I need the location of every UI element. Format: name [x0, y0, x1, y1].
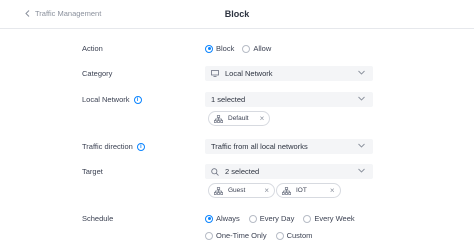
traffic-direction-value: Traffic from all local networks [211, 142, 308, 151]
chip-label: Guest [228, 187, 246, 194]
schedule-every-day-radio[interactable]: Every Day [248, 214, 294, 223]
traffic-direction-select[interactable]: Traffic from all local networks [205, 139, 373, 154]
target-chip-iot: IOT × [276, 183, 341, 198]
radio-empty-icon [303, 214, 312, 223]
header-bar: Traffic Management Block [0, 0, 474, 29]
monitor-icon [211, 70, 219, 77]
radio-empty-icon [248, 214, 257, 223]
action-radio-group: Block Allow [205, 44, 271, 53]
action-allow-radio[interactable]: Allow [242, 44, 271, 53]
schedule-every-week-radio[interactable]: Every Week [303, 214, 355, 223]
page-title: Block [224, 9, 250, 19]
close-icon[interactable]: × [260, 114, 265, 123]
target-chip-guest: Guest × [208, 183, 276, 198]
category-value: Local Network [225, 69, 273, 78]
radio-empty-icon [275, 231, 284, 240]
category-label: Category [82, 69, 113, 78]
schedule-custom-radio[interactable]: Custom [275, 231, 312, 240]
local-network-label: Local Network i [82, 95, 142, 104]
chevron-down-icon [358, 70, 365, 75]
radio-empty-icon [205, 231, 213, 240]
category-select[interactable]: Local Network [205, 66, 373, 81]
info-icon[interactable]: i [133, 95, 142, 104]
local-network-select[interactable]: 1 selected [205, 92, 373, 107]
radio-selected-icon [205, 44, 213, 53]
chevron-down-icon [358, 143, 365, 148]
radio-selected-icon [205, 214, 213, 223]
action-block-radio[interactable]: Block [205, 44, 234, 53]
network-chip-default: Default × [208, 111, 271, 126]
schedule-one-time-radio[interactable]: One-Time Only [205, 231, 267, 240]
traffic-direction-label: Traffic direction i [82, 142, 145, 151]
target-select[interactable]: 2 selected [205, 164, 373, 179]
chevron-down-icon [358, 96, 365, 101]
network-topology-icon [214, 186, 223, 195]
close-icon[interactable]: × [330, 186, 335, 195]
action-label: Action [82, 44, 103, 53]
radio-empty-icon [242, 44, 251, 53]
network-topology-icon [282, 186, 291, 195]
target-label: Target [82, 167, 103, 176]
search-icon [211, 167, 219, 176]
chip-label: Default [228, 115, 249, 122]
chevron-down-icon [358, 168, 365, 173]
schedule-label: Schedule [82, 214, 114, 223]
network-topology-icon [214, 114, 223, 123]
chip-label: IOT [296, 187, 307, 194]
info-icon[interactable]: i [136, 142, 145, 151]
schedule-always-radio[interactable]: Always [205, 214, 240, 223]
target-value: 2 selected [225, 167, 260, 176]
schedule-radio-group-row2: One-Time Only Custom [205, 231, 312, 240]
local-network-value: 1 selected [211, 95, 246, 104]
close-icon[interactable]: × [264, 186, 269, 195]
schedule-radio-group-row1: Always Every Day Every Week [205, 214, 355, 223]
